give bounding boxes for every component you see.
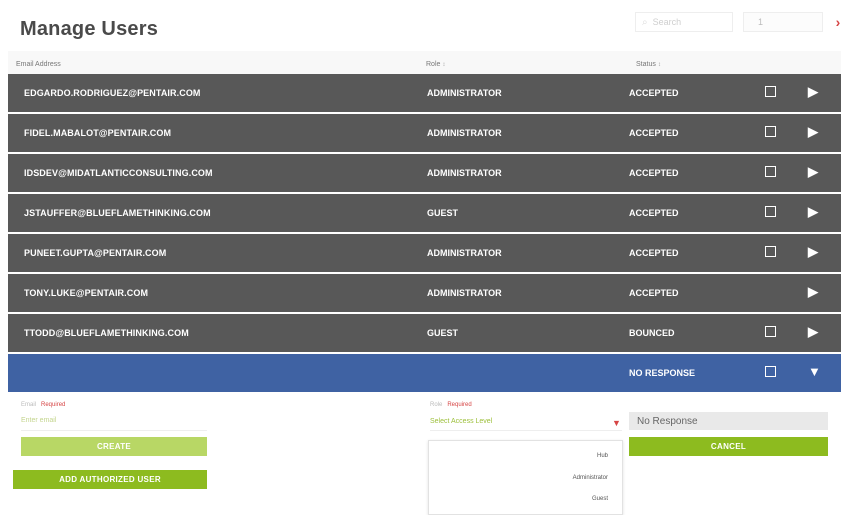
email-required-label: Required [41,402,66,408]
row-status: ACCEPTED [629,248,679,258]
table-row[interactable]: FIDEL.MABALOT@PENTAIR.COM ADMINISTRATOR … [8,114,841,152]
row-checkbox[interactable] [765,206,776,217]
page-number-input[interactable]: 1 [743,12,823,32]
table-row[interactable]: TTODD@BLUEFLAMETHINKING.COM GUEST BOUNCE… [8,314,841,352]
row-email: PUNEET.GUPTA@PENTAIR.COM [24,248,167,258]
row-role: ADMINISTRATOR [427,128,502,138]
row-checkbox[interactable] [765,246,776,257]
expand-arrow-icon[interactable]: ▶ [808,164,818,180]
table-row[interactable]: JSTAUFFER@BLUEFLAMETHINKING.COM GUEST AC… [8,194,841,232]
email-label: Email Required [21,402,65,408]
row-status: ACCEPTED [629,288,679,298]
row-checkbox[interactable] [765,326,776,337]
next-page-arrow-icon[interactable]: › [833,14,843,30]
status-field[interactable]: No Response [629,412,828,430]
role-label: Role Required [430,402,472,408]
row-role: GUEST [427,208,459,218]
row-email: EDGARDO.RODRIGUEZ@PENTAIR.COM [24,88,201,98]
role-required-label: Required [447,402,472,408]
row-status: BOUNCED [629,328,675,338]
dropdown-option-guest[interactable]: Guest [592,496,608,502]
row-status: NO RESPONSE [629,368,696,378]
table-row-selected[interactable]: NO RESPONSE ▼ [8,354,841,392]
email-field-underline [21,430,207,431]
table-row[interactable]: PUNEET.GUPTA@PENTAIR.COM ADMINISTRATOR A… [8,234,841,272]
search-icon: ⌕ [642,16,648,28]
row-checkbox[interactable] [765,366,776,377]
role-select[interactable]: Select Access Level [430,418,492,425]
row-checkbox[interactable] [765,126,776,137]
email-field[interactable]: Enter email [21,417,56,424]
expand-arrow-icon[interactable]: ▶ [808,124,818,140]
cancel-button[interactable]: CANCEL [629,437,828,456]
collapse-arrow-icon[interactable]: ▼ [808,364,821,379]
header-email[interactable]: Email Address [16,61,61,68]
role-dropdown-menu: Hub Administrator Guest [428,440,623,515]
expand-arrow-icon[interactable]: ▶ [808,244,818,260]
row-email: TTODD@BLUEFLAMETHINKING.COM [24,328,189,338]
row-role: ADMINISTRATOR [427,168,502,178]
row-checkbox[interactable] [765,166,776,177]
top-controls: ⌕ Search 1 › [635,10,843,34]
sort-icon: ↕ [442,62,446,68]
row-email: TONY.LUKE@PENTAIR.COM [24,288,149,298]
header-email-label: Email Address [16,61,61,68]
row-role: GUEST [427,328,459,338]
chevron-down-icon[interactable]: ▼ [612,418,621,428]
create-button[interactable]: CREATE [21,437,207,456]
header-role-label: Role [426,61,441,68]
row-email: JSTAUFFER@BLUEFLAMETHINKING.COM [24,208,211,218]
row-email: IDSDEV@MIDATLANTICCONSULTING.COM [24,168,213,178]
sort-icon: ↕ [657,62,661,68]
role-field-underline [430,430,622,431]
row-checkbox[interactable] [765,86,776,97]
search-input[interactable]: ⌕ Search [635,12,733,32]
row-status: ACCEPTED [629,168,679,178]
email-label-text: Email [21,402,37,408]
expand-arrow-icon[interactable]: ▶ [808,324,818,340]
table-header [8,51,841,75]
search-placeholder: Search [652,17,682,27]
table-row[interactable]: IDSDEV@MIDATLANTICCONSULTING.COM ADMINIS… [8,154,841,192]
user-list: EDGARDO.RODRIGUEZ@PENTAIR.COM ADMINISTRA… [8,74,841,394]
page-title: Manage Users [20,18,159,40]
row-role: ADMINISTRATOR [427,88,502,98]
table-row[interactable]: EDGARDO.RODRIGUEZ@PENTAIR.COM ADMINISTRA… [8,74,841,112]
dropdown-option-administrator[interactable]: Administrator [573,475,608,481]
row-status: ACCEPTED [629,208,679,218]
table-row[interactable]: TONY.LUKE@PENTAIR.COM ADMINISTRATOR ACCE… [8,274,841,312]
header-status-label: Status [636,61,656,68]
add-authorized-user-button[interactable]: ADD AUTHORIZED USER [13,470,207,489]
row-role: ADMINISTRATOR [427,248,502,258]
expand-arrow-icon[interactable]: ▶ [808,284,818,300]
expand-arrow-icon[interactable]: ▶ [808,204,818,220]
row-status: ACCEPTED [629,88,679,98]
header-role[interactable]: Role ↕ [426,61,445,68]
row-role: ADMINISTRATOR [427,288,502,298]
row-email: FIDEL.MABALOT@PENTAIR.COM [24,128,172,138]
header-status[interactable]: Status ↕ [636,61,661,68]
expand-arrow-icon[interactable]: ▶ [808,84,818,100]
dropdown-option-hub[interactable]: Hub [597,453,608,459]
role-label-text: Role [430,402,443,408]
row-status: ACCEPTED [629,128,679,138]
